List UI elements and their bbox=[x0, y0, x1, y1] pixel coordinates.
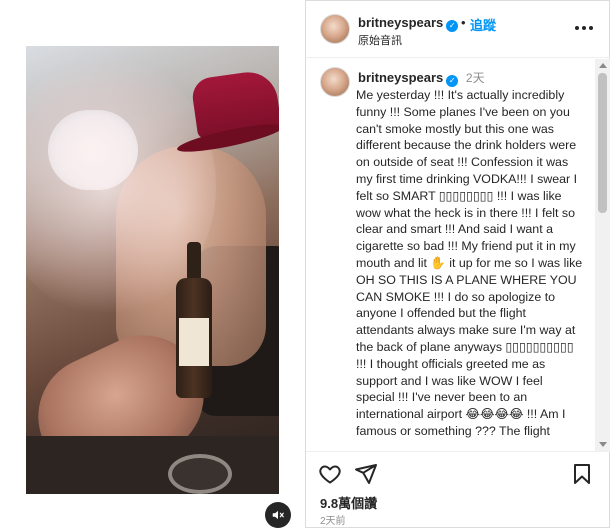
separator-dot: • bbox=[461, 15, 466, 30]
post-sidebar: britneyspears ✓ • 追蹤 原始音訊 britneyspears ✓ … bbox=[306, 0, 610, 528]
post-header: britneyspears ✓ • 追蹤 原始音訊 bbox=[306, 0, 610, 58]
caption-text: Me yesterday !!! It's actually incredibl… bbox=[356, 88, 586, 438]
caption-time: 2天 bbox=[465, 71, 485, 85]
avatar[interactable] bbox=[320, 14, 350, 44]
verified-icon: ✓ bbox=[446, 19, 459, 32]
likes-count[interactable]: 9.8萬個讚 bbox=[320, 493, 377, 512]
mute-button[interactable] bbox=[265, 502, 291, 528]
bottle-neck bbox=[187, 242, 201, 282]
bottle-label bbox=[179, 318, 209, 366]
send-icon bbox=[355, 464, 377, 484]
scrollbar-thumb[interactable] bbox=[598, 73, 607, 213]
more-options-icon[interactable] bbox=[572, 20, 596, 36]
more-dot bbox=[589, 26, 593, 30]
bookmark-icon bbox=[574, 464, 590, 484]
caption-header: britneyspears ✓ 2天 bbox=[358, 69, 485, 87]
post-video[interactable] bbox=[26, 46, 279, 494]
share-button[interactable] bbox=[354, 462, 378, 486]
scroll-down-icon[interactable] bbox=[599, 442, 607, 447]
header-username-text[interactable]: britneyspears bbox=[358, 15, 443, 30]
caption-avatar[interactable] bbox=[320, 67, 350, 97]
caption-scrollbar[interactable] bbox=[595, 59, 610, 451]
more-dot bbox=[575, 26, 579, 30]
more-dot bbox=[582, 26, 586, 30]
action-bar bbox=[306, 452, 610, 492]
caption-username[interactable]: britneyspears bbox=[358, 70, 443, 85]
caption-area: britneyspears ✓ 2天 Me yesterday !!! It's … bbox=[306, 59, 610, 451]
post-age: 2天前 bbox=[320, 516, 346, 527]
heart-icon bbox=[319, 465, 341, 484]
like-button[interactable] bbox=[318, 462, 342, 486]
original-audio-link[interactable]: 原始音訊 bbox=[358, 32, 402, 48]
tray-table bbox=[26, 436, 279, 494]
save-button[interactable] bbox=[570, 462, 594, 486]
verified-icon: ✓ bbox=[446, 74, 459, 87]
cup-holder bbox=[168, 454, 232, 494]
header-username[interactable]: britneyspears ✓ bbox=[358, 15, 459, 32]
speaker-muted-icon bbox=[272, 510, 284, 520]
follow-button[interactable]: 追蹤 bbox=[470, 15, 496, 34]
media-pane bbox=[0, 0, 305, 528]
scroll-up-icon[interactable] bbox=[599, 63, 607, 68]
